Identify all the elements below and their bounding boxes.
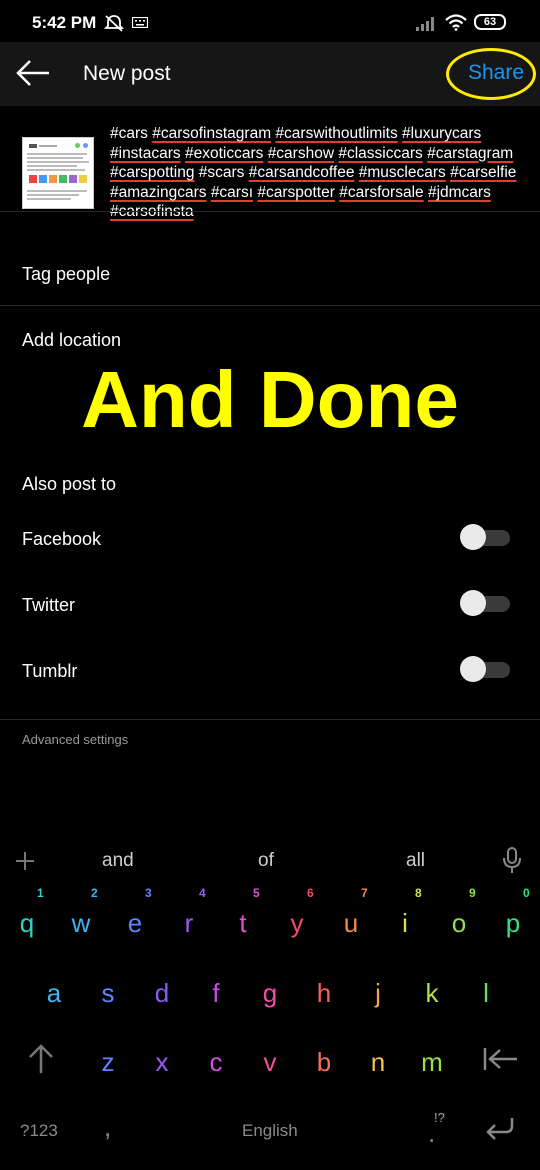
key-hint-9: 9 — [469, 886, 476, 900]
hashtag: #classiccars — [338, 144, 423, 162]
facebook-toggle[interactable] — [460, 524, 512, 550]
suggestion-1[interactable]: and — [102, 850, 134, 872]
key-l[interactable]: l — [459, 978, 513, 1009]
key-y[interactable]: y — [270, 908, 324, 939]
key-h[interactable]: h — [297, 978, 351, 1009]
plus-icon[interactable] — [14, 850, 36, 872]
hashtag: #carspotter — [257, 183, 335, 201]
tumblr-toggle[interactable] — [460, 656, 512, 682]
header-bar: New post Share — [0, 42, 540, 106]
keyboard: and of all q 1w 2e 3r 4t 5y 6u 7i 8o 9p 0 asdfghjk… — [0, 822, 540, 1170]
key-k[interactable]: k — [405, 978, 459, 1009]
key-i[interactable]: i — [378, 908, 432, 939]
wifi-icon — [445, 14, 467, 31]
key-e[interactable]: e — [108, 908, 162, 939]
hashtag: #carspotting — [110, 164, 195, 182]
key-hint-1: 1 — [37, 886, 44, 900]
tumblr-label: Tumblr — [22, 661, 78, 681]
microphone-icon[interactable] — [502, 846, 522, 874]
key-p[interactable]: p — [486, 908, 540, 939]
key-z[interactable]: z — [81, 1047, 135, 1078]
hashtag: #cars — [110, 125, 148, 142]
key-hint-6: 6 — [307, 886, 314, 900]
hashtag: #carselfie — [450, 164, 517, 182]
share-highlight-circle — [446, 48, 536, 100]
battery-icon: 63 — [474, 14, 506, 30]
key-d[interactable]: d — [135, 978, 189, 1009]
page-title: New post — [83, 62, 171, 85]
hashtag: #carsandcoffee — [248, 164, 355, 182]
hashtag: #musclecars — [358, 164, 446, 182]
period-hint: !? — [434, 1110, 445, 1125]
key-m[interactable]: m — [405, 1047, 459, 1078]
divider — [0, 305, 540, 306]
mute-icon — [104, 15, 124, 32]
key-hint-2: 2 — [91, 886, 98, 900]
symbols-key[interactable]: ?123 — [20, 1121, 58, 1141]
key-x[interactable]: x — [135, 1047, 189, 1078]
hashtag: #jdmcars — [427, 183, 491, 201]
hashtag: #carsı — [210, 183, 254, 201]
advanced-settings-link[interactable]: Advanced settings — [22, 732, 128, 747]
key-n[interactable]: n — [351, 1047, 405, 1078]
key-c[interactable]: c — [189, 1047, 243, 1078]
keyboard-icon — [132, 17, 148, 28]
overlay-annotation: And Done — [81, 355, 459, 444]
key-hint-4: 4 — [199, 886, 206, 900]
key-f[interactable]: f — [189, 978, 243, 1009]
key-o[interactable]: o — [432, 908, 486, 939]
signal-icon — [416, 17, 434, 31]
add-location-row[interactable]: Add location — [22, 330, 121, 351]
comma-key[interactable]: , — [104, 1112, 111, 1143]
key-b[interactable]: b — [297, 1047, 351, 1078]
tag-people-row[interactable]: Tag people — [22, 264, 110, 285]
also-post-to-heading: Also post to — [22, 474, 117, 494]
hashtag: #scars — [198, 164, 245, 182]
key-u[interactable]: u — [324, 908, 378, 939]
back-arrow-icon[interactable] — [16, 60, 50, 86]
key-hint-5: 5 — [253, 886, 260, 900]
battery-level: 63 — [483, 16, 497, 28]
status-bar: 5:42 PM 63 — [0, 0, 540, 42]
enter-icon[interactable] — [484, 1116, 516, 1142]
hashtag: #instacars — [110, 144, 181, 162]
hashtag: #carsforsale — [339, 183, 424, 201]
key-g[interactable]: g — [243, 978, 297, 1009]
hashtag: #carstagram — [427, 144, 514, 162]
hashtag: #carshow — [267, 144, 335, 162]
hashtag: #carswithoutlimits — [275, 125, 398, 142]
hashtag: #amazingcars — [110, 183, 207, 201]
key-hint-7: 7 — [361, 886, 368, 900]
divider — [0, 719, 540, 720]
hashtag: #carsofinstagram — [152, 125, 272, 142]
caption-text[interactable]: #cars #carsofinstagram #carswithoutlimit… — [110, 124, 525, 222]
key-t[interactable]: t — [216, 908, 270, 939]
post-thumbnail[interactable] — [22, 137, 94, 209]
key-a[interactable]: a — [27, 978, 81, 1009]
key-hint-0: 0 — [523, 886, 530, 900]
twitter-toggle[interactable] — [460, 590, 512, 616]
key-r[interactable]: r — [162, 908, 216, 939]
key-hint-8: 8 — [415, 886, 422, 900]
hashtag: #exoticcars — [184, 144, 264, 162]
key-w[interactable]: w — [54, 908, 108, 939]
shift-icon[interactable] — [28, 1044, 54, 1074]
facebook-label: Facebook — [22, 529, 102, 549]
suggestion-2[interactable]: of — [258, 850, 274, 872]
key-s[interactable]: s — [81, 978, 135, 1009]
suggestion-3[interactable]: all — [406, 850, 425, 872]
key-hint-3: 3 — [145, 886, 152, 900]
key-q[interactable]: q — [0, 908, 54, 939]
twitter-label: Twitter — [22, 595, 76, 615]
key-v[interactable]: v — [243, 1047, 297, 1078]
backspace-icon[interactable] — [482, 1046, 518, 1072]
divider — [0, 211, 540, 212]
key-j[interactable]: j — [351, 978, 405, 1009]
hashtag: #luxurycars — [402, 125, 482, 142]
space-bar[interactable]: English — [242, 1121, 298, 1141]
status-time: 5:42 PM — [32, 13, 97, 32]
